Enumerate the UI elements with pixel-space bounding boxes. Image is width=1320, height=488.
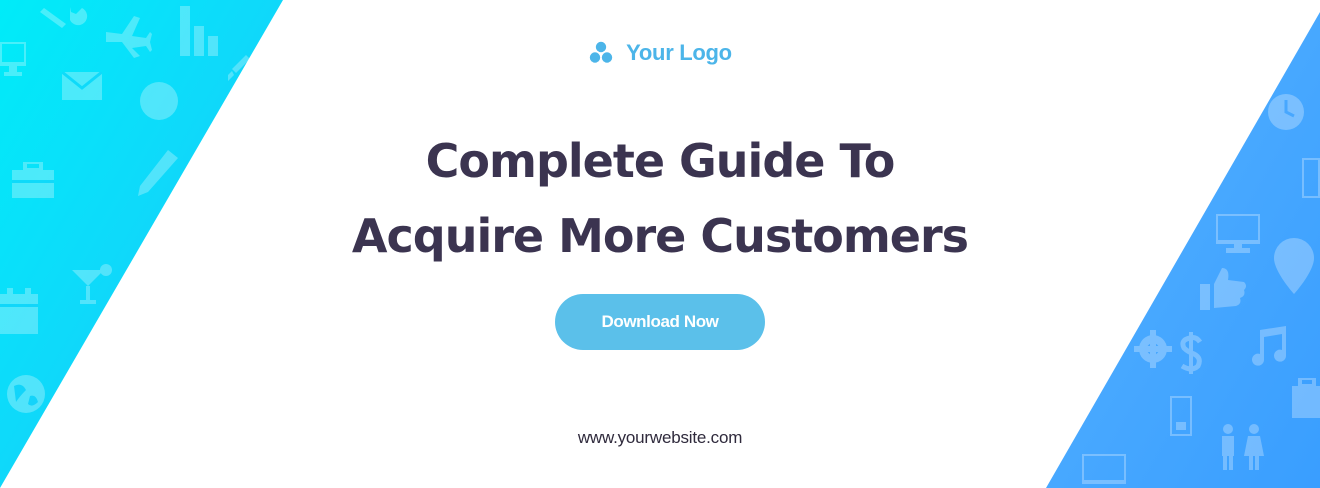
banner: Your Logo Complete Guide To Acquire More… (0, 0, 1320, 488)
logo-text: Your Logo (626, 40, 732, 65)
page-title: Complete Guide To Acquire More Customers (0, 124, 1320, 274)
brand-logo[interactable]: Your Logo (0, 40, 1320, 66)
title-line-2: Acquire More Customers (351, 209, 969, 263)
download-now-button[interactable]: Download Now (555, 294, 765, 350)
three-circles-logo-icon (589, 41, 613, 63)
website-link[interactable]: www.yourwebsite.com (0, 428, 1320, 448)
title-line-1: Complete Guide To (425, 134, 896, 188)
